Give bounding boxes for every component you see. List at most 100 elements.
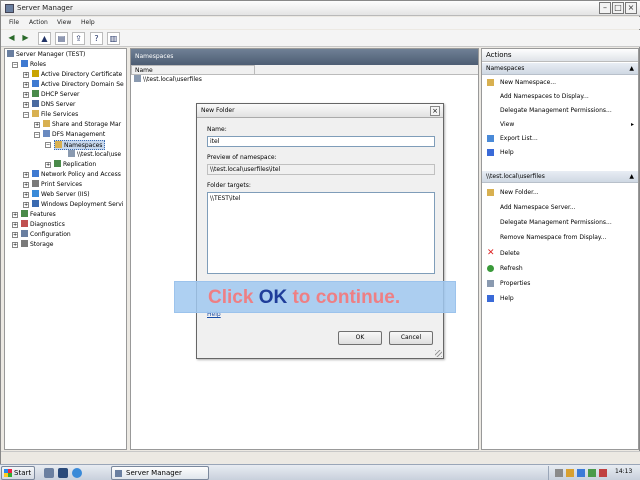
- callout-text-2: OK: [258, 287, 288, 308]
- show-hide-tree-icon[interactable]: ▤: [55, 32, 68, 45]
- tree-item-share-storage[interactable]: Share and Storage Mar: [43, 120, 121, 130]
- show-hide-action-pane-icon[interactable]: ▥: [107, 32, 120, 45]
- help-icon[interactable]: ?: [90, 32, 103, 45]
- expand-icon[interactable]: +: [12, 212, 18, 218]
- tree-item-configuration[interactable]: Configuration: [21, 230, 71, 240]
- title-bar[interactable]: Server Manager – □ ×: [1, 1, 640, 16]
- action-delete[interactable]: ✕ Delete: [482, 247, 638, 260]
- action-properties[interactable]: Properties: [482, 277, 638, 290]
- action-add-namespaces[interactable]: Add Namespaces to Display...: [482, 90, 638, 103]
- powershell-icon[interactable]: [58, 468, 68, 478]
- windows-flag-icon: [4, 469, 12, 477]
- action-delegate-permissions[interactable]: Delegate Management Permissions...: [482, 104, 638, 117]
- tree-item-diagnostics[interactable]: Diagnostics: [21, 220, 65, 230]
- expand-icon[interactable]: +: [12, 222, 18, 228]
- start-button[interactable]: Start: [1, 466, 35, 480]
- tree-item-roles[interactable]: Roles: [21, 60, 46, 70]
- column-header-name[interactable]: Name: [131, 65, 255, 75]
- expand-icon[interactable]: +: [23, 202, 29, 208]
- tree-item-userfiles[interactable]: \\test.local\use: [68, 150, 121, 160]
- expand-icon[interactable]: +: [12, 242, 18, 248]
- tree-item-ad-domain[interactable]: Active Directory Domain Se: [32, 80, 124, 90]
- expand-icon[interactable]: +: [23, 82, 29, 88]
- action-export-list[interactable]: Export List...: [482, 132, 638, 145]
- menu-view[interactable]: View: [57, 19, 71, 26]
- menu-help[interactable]: Help: [81, 19, 95, 26]
- action-remove-namespace[interactable]: Remove Namespace from Display...: [482, 231, 638, 244]
- tray-icon-5[interactable]: [599, 469, 607, 477]
- tree-item-namespaces[interactable]: Namespaces: [54, 140, 106, 150]
- tree-item-web-server[interactable]: Web Server (IIS): [32, 190, 90, 200]
- tree-item-print-services[interactable]: Print Services: [32, 180, 82, 190]
- expand-icon[interactable]: +: [23, 172, 29, 178]
- collapse-icon[interactable]: −: [12, 62, 18, 68]
- minimize-icon[interactable]: –: [599, 2, 611, 14]
- forward-arrow-icon[interactable]: ▶: [19, 32, 32, 45]
- action-refresh[interactable]: Refresh: [482, 262, 638, 275]
- network-icon[interactable]: [577, 469, 585, 477]
- diagnostics-icon: [21, 220, 28, 227]
- action-label: Help: [500, 295, 514, 302]
- expand-icon[interactable]: +: [23, 92, 29, 98]
- close-icon[interactable]: ×: [430, 106, 440, 116]
- expand-icon[interactable]: +: [34, 122, 40, 128]
- tree-item-replication[interactable]: Replication: [54, 160, 96, 170]
- ok-button[interactable]: OK: [338, 331, 382, 345]
- expand-icon[interactable]: +: [23, 72, 29, 78]
- taskbar-item-server-manager[interactable]: Server Manager: [111, 466, 209, 480]
- tree-item-dfs-management[interactable]: DFS Management: [43, 130, 105, 140]
- actions-section-namespaces[interactable]: Namespaces ▲: [482, 63, 638, 75]
- menu-file[interactable]: File: [9, 19, 19, 26]
- tray-icon-4[interactable]: [588, 469, 596, 477]
- internet-explorer-icon[interactable]: [72, 468, 82, 478]
- action-view[interactable]: View ▸: [482, 118, 638, 131]
- tree-item-dns[interactable]: DNS Server: [32, 100, 76, 110]
- tray-icon-1[interactable]: [555, 469, 563, 477]
- tree-item-features[interactable]: Features: [21, 210, 56, 220]
- action-new-namespace[interactable]: New Namespace...: [482, 76, 638, 89]
- expand-icon[interactable]: +: [23, 182, 29, 188]
- tree-item-storage[interactable]: Storage: [21, 240, 53, 250]
- close-icon[interactable]: ×: [625, 2, 637, 14]
- list-item-label: \\test.local\userfiles: [143, 76, 202, 83]
- server-manager-quick-icon[interactable]: [44, 468, 54, 478]
- folder-targets-list[interactable]: \\TEST\itel: [207, 192, 435, 274]
- resize-grip-icon[interactable]: [435, 350, 442, 357]
- back-arrow-icon[interactable]: ◀: [5, 32, 18, 45]
- action-new-folder[interactable]: New Folder...: [482, 186, 638, 199]
- action-delegate-permissions-2[interactable]: Delegate Management Permissions...: [482, 216, 638, 229]
- collapse-icon[interactable]: −: [45, 142, 51, 148]
- collapse-icon[interactable]: −: [34, 132, 40, 138]
- tree-item-server-manager[interactable]: Server Manager (TEST): [7, 50, 85, 60]
- tray-icon-2[interactable]: [566, 469, 574, 477]
- menu-action[interactable]: Action: [29, 19, 48, 26]
- collapse-icon[interactable]: −: [23, 112, 29, 118]
- collapse-up-icon[interactable]: ▲: [629, 171, 634, 183]
- export-list-icon: [487, 135, 494, 142]
- list-item[interactable]: \\TEST\itel: [210, 195, 432, 202]
- up-folder-icon[interactable]: ▲: [38, 32, 51, 45]
- action-help[interactable]: Help: [482, 146, 638, 159]
- export-icon[interactable]: ⇪: [72, 32, 85, 45]
- expand-icon[interactable]: +: [12, 232, 18, 238]
- tree-item-file-services[interactable]: File Services: [32, 110, 78, 120]
- action-help-2[interactable]: Help: [482, 292, 638, 305]
- tree-item-deployment-services[interactable]: Windows Deployment Servi: [32, 200, 123, 210]
- preview-field: \\test.local\userfiles\itel: [207, 164, 435, 175]
- expand-icon[interactable]: +: [23, 192, 29, 198]
- clock[interactable]: 14:13: [615, 468, 632, 475]
- cancel-button[interactable]: Cancel: [389, 331, 433, 345]
- dialog-title[interactable]: New Folder: [197, 104, 443, 118]
- collapse-up-icon[interactable]: ▲: [629, 63, 634, 75]
- tree-item-network-policy[interactable]: Network Policy and Access: [32, 170, 121, 180]
- tree-item-dhcp[interactable]: DHCP Server: [32, 90, 80, 100]
- expand-icon[interactable]: +: [45, 162, 51, 168]
- tree-label: Windows Deployment Servi: [41, 201, 124, 208]
- list-item[interactable]: \\test.local\userfiles: [131, 75, 255, 85]
- actions-section-userfiles[interactable]: \\test.local\userfiles ▲: [482, 171, 638, 183]
- maximize-icon[interactable]: □: [612, 2, 624, 14]
- expand-icon[interactable]: +: [23, 102, 29, 108]
- action-add-namespace-server[interactable]: Add Namespace Server...: [482, 201, 638, 214]
- name-field[interactable]: itel: [207, 136, 435, 147]
- tree-item-ad-certificate[interactable]: Active Directory Certificate: [32, 70, 122, 80]
